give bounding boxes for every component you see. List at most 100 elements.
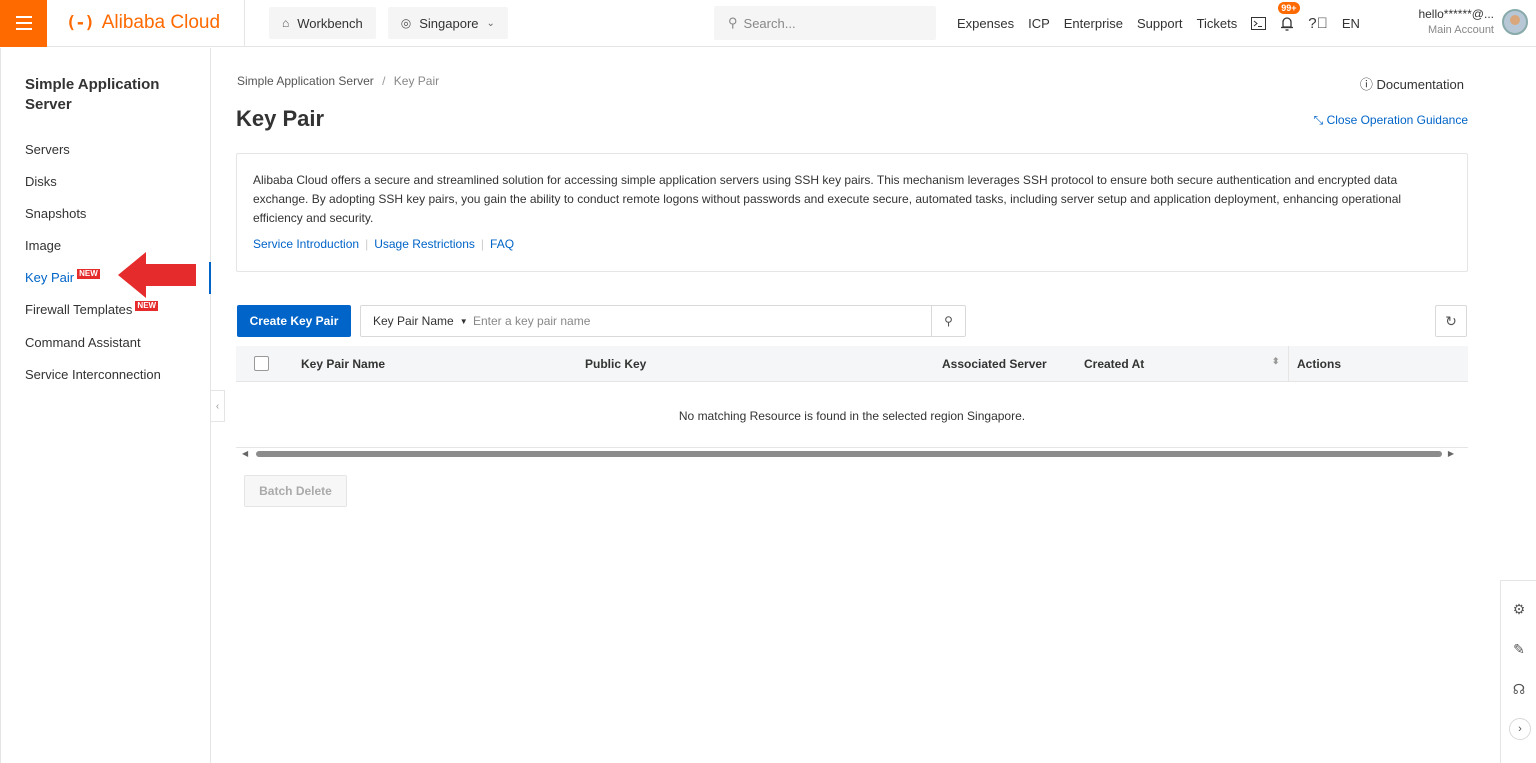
- red-arrow-annotation-icon: [118, 252, 196, 298]
- workbench-label: Workbench: [297, 15, 363, 31]
- chevron-left-icon: ‹: [215, 400, 220, 412]
- workbench-button[interactable]: ⌂ Workbench: [269, 7, 376, 39]
- sidebar-item-label: Disks: [25, 174, 57, 189]
- batch-delete-button[interactable]: Batch Delete: [244, 475, 347, 507]
- hamburger-menu-icon[interactable]: [0, 0, 47, 47]
- search-icon: ⚲: [728, 15, 738, 30]
- key-pair-filter: Key Pair Name ▼ ⚲: [360, 305, 966, 337]
- location-pin-icon: ◎: [400, 16, 412, 30]
- collapse-sidebar-handle[interactable]: ‹: [211, 390, 225, 422]
- link-tickets[interactable]: Tickets: [1197, 16, 1238, 31]
- close-guidance-label: Close Operation Guidance: [1326, 113, 1468, 127]
- headset-support-icon[interactable]: ☊: [1509, 679, 1529, 699]
- create-key-pair-button[interactable]: Create Key Pair: [237, 305, 351, 337]
- link-usage-restrictions[interactable]: Usage Restrictions: [374, 237, 475, 251]
- account-name: hello******@...: [1418, 7, 1494, 21]
- table-header: Key Pair Name Public Key Associated Serv…: [236, 346, 1468, 382]
- link-service-introduction[interactable]: Service Introduction: [253, 237, 359, 251]
- guidance-links: Service Introduction | Usage Restrictions |…: [253, 235, 1451, 254]
- link-support[interactable]: Support: [1137, 16, 1183, 31]
- help-icon[interactable]: ?⃝: [1308, 15, 1328, 32]
- sidebar-item-key-pair[interactable]: Key Pair NEW: [25, 268, 100, 285]
- settings-gear-icon[interactable]: ⚙: [1509, 599, 1529, 619]
- documentation-link[interactable]: ⓘ Documentation: [1360, 74, 1464, 93]
- page-title: Key Pair: [236, 106, 325, 131]
- link-enterprise[interactable]: Enterprise: [1064, 16, 1123, 31]
- sidebar-item-label: Firewall Templates: [25, 302, 133, 317]
- notification-count-badge: 99+: [1278, 1, 1300, 14]
- horizontal-scrollbar[interactable]: ◀ ▶: [236, 448, 1468, 460]
- new-badge: NEW: [77, 268, 100, 279]
- home-icon: ⌂: [282, 16, 290, 30]
- divider: [1288, 346, 1289, 382]
- guidance-text: Alibaba Cloud offers a secure and stream…: [253, 173, 1402, 225]
- breadcrumb-current: Key Pair: [393, 74, 440, 88]
- language-switch[interactable]: EN: [1342, 16, 1360, 31]
- new-badge: NEW: [135, 300, 159, 311]
- sidebar-title: Simple Application Server: [25, 76, 160, 113]
- sidebar-item-label: Key Pair: [25, 270, 75, 285]
- operation-guidance-panel: Alibaba Cloud offers a secure and stream…: [236, 153, 1468, 272]
- scroll-left-icon[interactable]: ◀: [242, 449, 248, 458]
- account-menu[interactable]: hello******@... Main Account: [1418, 6, 1494, 38]
- sidebar-item-service-interconnection[interactable]: Service Interconnection: [25, 367, 161, 382]
- scrollbar-thumb[interactable]: [256, 451, 1442, 457]
- link-icp[interactable]: ICP: [1028, 16, 1050, 31]
- help-circle-icon: ⓘ: [1359, 77, 1373, 92]
- brand-logo-mark: (-): [66, 13, 95, 33]
- sidebar-item-snapshots[interactable]: Snapshots: [25, 206, 86, 221]
- sidebar: Simple Application Server Servers Disks …: [0, 48, 211, 763]
- sidebar-item-command-assistant[interactable]: Command Assistant: [25, 335, 141, 350]
- sidebar-item-image[interactable]: Image: [25, 238, 61, 253]
- filter-field-select[interactable]: Key Pair Name ▼: [361, 314, 473, 328]
- search-placeholder: Search...: [743, 15, 796, 31]
- sidebar-item-label: Command Assistant: [25, 335, 141, 350]
- caret-down-icon: ▼: [459, 316, 468, 326]
- breadcrumb-root[interactable]: Simple Application Server: [237, 74, 374, 88]
- link-faq[interactable]: FAQ: [490, 237, 514, 251]
- breadcrumb: Simple Application Server / Key Pair: [237, 74, 439, 88]
- brand-name: Alibaba Cloud: [101, 12, 221, 33]
- account-type: Main Account: [1427, 24, 1494, 36]
- region-selector[interactable]: ◎ Singapore ⌄: [387, 7, 508, 39]
- right-floating-toolbar: ⚙ ✎ ☊ ›: [1500, 580, 1536, 763]
- search-button[interactable]: ⚲: [931, 306, 965, 336]
- column-header-key-pair-name: Key Pair Name: [301, 357, 386, 371]
- sidebar-item-servers[interactable]: Servers: [25, 142, 70, 157]
- avatar[interactable]: [1502, 9, 1528, 35]
- column-header-created-at: Created At: [1084, 357, 1145, 371]
- chevron-right-icon[interactable]: ›: [1509, 718, 1531, 740]
- table-empty-message: No matching Resource is found in the sel…: [236, 382, 1468, 448]
- sidebar-item-label: Servers: [25, 142, 70, 157]
- filter-field-label: Key Pair Name: [373, 314, 454, 328]
- key-pair-name-input[interactable]: [473, 306, 931, 336]
- collapse-arrows-icon: ⤡: [1313, 113, 1324, 127]
- refresh-icon: ↻: [1445, 312, 1457, 329]
- region-label: Singapore: [419, 15, 479, 31]
- notification-bell-icon[interactable]: 99+: [1278, 1, 1300, 32]
- column-header-actions: Actions: [1297, 357, 1342, 371]
- select-all-checkbox[interactable]: [254, 356, 269, 371]
- sidebar-item-disks[interactable]: Disks: [25, 174, 57, 189]
- sort-icon[interactable]: ⬍: [1272, 356, 1280, 367]
- top-navigation-bar: (-) Alibaba Cloud ⌂ Workbench ◎ Singapor…: [0, 0, 1536, 47]
- brand-logo[interactable]: (-) Alibaba Cloud: [66, 12, 236, 34]
- sidebar-item-label: Snapshots: [25, 206, 87, 221]
- edit-pencil-icon[interactable]: ✎: [1509, 639, 1529, 659]
- terminal-icon[interactable]: [1251, 17, 1267, 30]
- search-icon: ⚲: [944, 314, 953, 328]
- column-header-associated-server: Associated Server: [942, 357, 1047, 371]
- divider: [244, 0, 245, 47]
- global-search-input[interactable]: ⚲ Search...: [714, 6, 936, 40]
- breadcrumb-separator: /: [382, 74, 386, 88]
- scroll-right-icon[interactable]: ▶: [1448, 449, 1454, 458]
- divider: |: [365, 237, 369, 251]
- link-expenses[interactable]: Expenses: [957, 16, 1014, 31]
- chevron-down-icon: ⌄: [486, 17, 495, 29]
- sidebar-item-firewall-templates[interactable]: Firewall Templates NEW: [25, 300, 159, 317]
- close-guidance-link[interactable]: ⤡ Close Operation Guidance: [1314, 113, 1468, 128]
- active-item-indicator: [209, 262, 211, 294]
- sidebar-item-label: Service Interconnection: [25, 367, 161, 382]
- refresh-button[interactable]: ↻: [1435, 305, 1467, 337]
- documentation-label: Documentation: [1376, 77, 1464, 92]
